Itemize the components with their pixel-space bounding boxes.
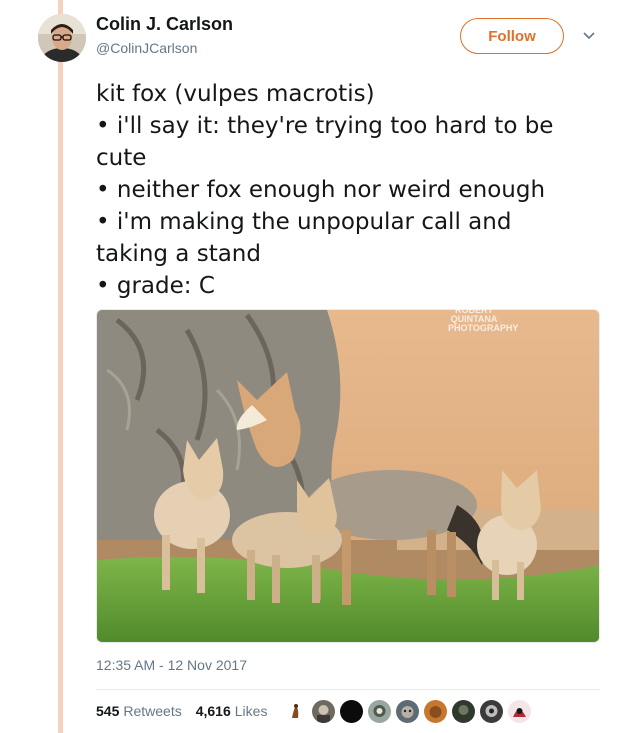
tweet-line: kit fox (vulpes macrotis) <box>96 81 375 107</box>
tweet-stats: 545 Retweets 4,616 Likes <box>96 703 267 719</box>
liker-avatar[interactable] <box>312 700 335 723</box>
tweet-line: • grade: C <box>96 273 215 299</box>
liker-avatar[interactable] <box>368 700 391 723</box>
author-name[interactable]: Colin J. Carlson <box>96 14 233 35</box>
liker-avatar[interactable] <box>396 700 419 723</box>
tweet-text: kit fox (vulpes macrotis) • i'll say it:… <box>96 78 606 302</box>
watermark-line: PHOTOGRAPHY <box>448 323 519 333</box>
liker-avatar[interactable] <box>508 700 531 723</box>
tweet-timestamp[interactable]: 12:35 AM - 12 Nov 2017 <box>96 657 247 673</box>
tweet-line: • neither fox enough nor weird enough <box>96 177 546 203</box>
liker-avatar[interactable] <box>340 700 363 723</box>
liker-avatar[interactable] <box>424 700 447 723</box>
liker-avatar[interactable] <box>480 700 503 723</box>
tweet-line: • i'll say it: they're trying too hard t… <box>96 113 554 139</box>
chevron-down-icon[interactable] <box>582 28 596 42</box>
retweets-stat[interactable]: 545 Retweets <box>96 703 182 719</box>
liker-avatar[interactable] <box>452 700 475 723</box>
likes-count: 4,616 <box>195 703 231 719</box>
divider <box>96 689 600 690</box>
tweet-line: taking a stand <box>96 241 261 267</box>
likes-stat[interactable]: 4,616 Likes <box>196 703 268 719</box>
retweets-count: 545 <box>96 703 120 719</box>
thread-line <box>58 0 63 733</box>
liker-avatar[interactable] <box>284 700 307 723</box>
author-handle[interactable]: @ColinJCarlson <box>96 40 197 56</box>
photo-watermark: ROBERT QUINTANA PHOTOGRAPHY <box>448 306 519 333</box>
tweet-line: • i'm making the unpopular call and <box>96 209 512 235</box>
likes-label: Likes <box>234 703 268 719</box>
tweet-line: cute <box>96 145 147 171</box>
follow-button[interactable]: Follow <box>460 18 564 54</box>
tweet-photo[interactable] <box>96 309 600 643</box>
retweets-label: Retweets <box>123 703 182 719</box>
avatar[interactable] <box>38 14 86 62</box>
liker-avatars <box>284 700 531 723</box>
